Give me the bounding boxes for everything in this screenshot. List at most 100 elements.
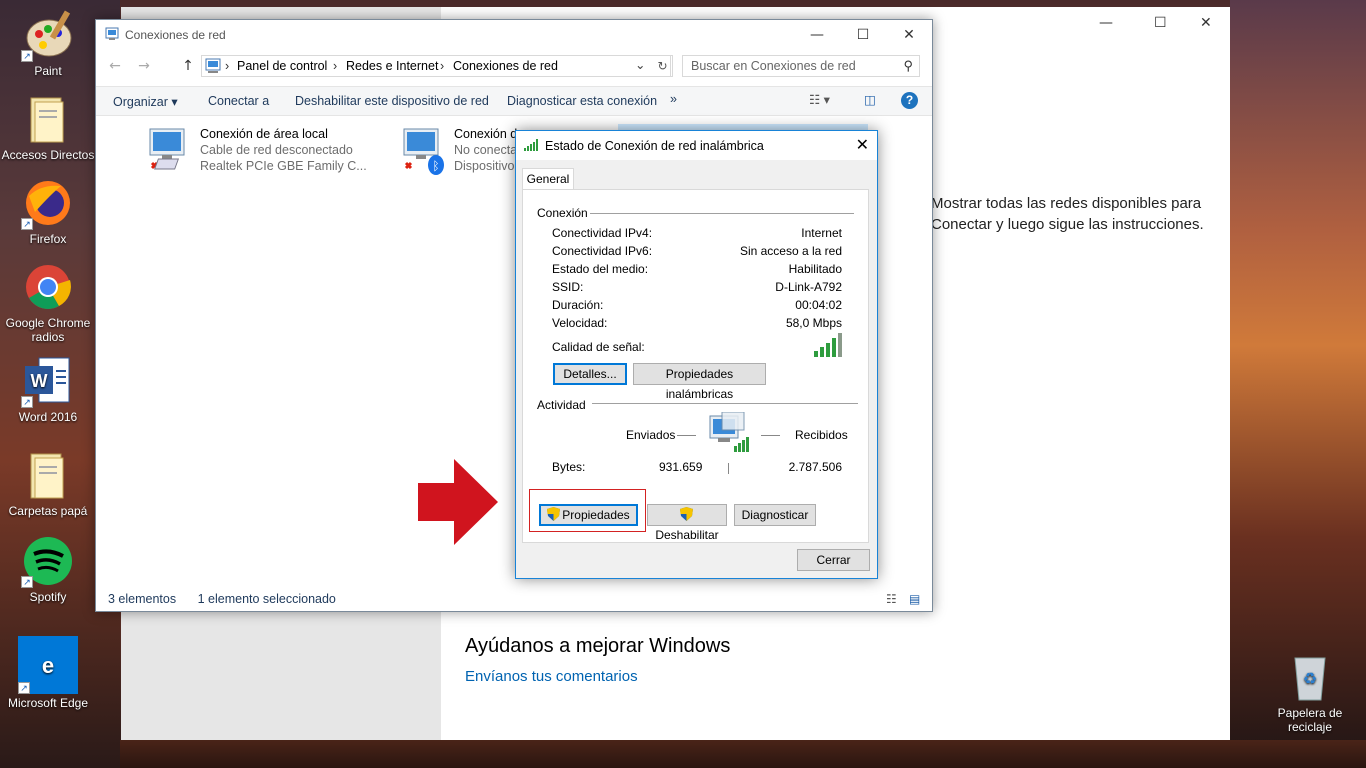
maximize-button[interactable]: ☐ [840, 20, 886, 50]
help-title: Ayúdanos a mejorar Windows [465, 635, 731, 657]
folder-icon [21, 448, 75, 502]
minimize-button[interactable]: — [794, 20, 840, 50]
settings-text-line: Conectar y luego sigue las instrucciones… [931, 216, 1204, 233]
breadcrumb-network-connections[interactable]: Conexiones de red [453, 59, 558, 73]
received-line [761, 435, 780, 436]
breadcrumb-control-panel[interactable]: Panel de control [237, 59, 327, 73]
bytes-sent-value: 931.659 [659, 460, 703, 474]
connection-status: No conecta [454, 143, 518, 157]
section-divider [592, 403, 858, 404]
change-view-icon[interactable]: ☷ ▾ [809, 92, 830, 107]
desktop-icon-label: Accesos Directos [1, 148, 95, 162]
bytes-label: Bytes: [552, 460, 586, 474]
title-bar: Conexiones de red — ☐ ✕ [96, 20, 932, 50]
desktop-icon-chrome[interactable]: Google Chrome radios [0, 260, 96, 344]
preview-pane-icon[interactable]: ◫ [864, 92, 876, 107]
organize-menu[interactable]: Organizar ▾ [113, 94, 178, 109]
close-button[interactable]: Cerrar [797, 549, 870, 571]
settings-text-line: Mostrar todas las redes disponibles para [931, 195, 1202, 212]
up-icon[interactable]: ↑ [178, 56, 198, 76]
recycle-bin-icon: ♻ [1283, 650, 1337, 704]
breadcrumb-separator: › [225, 59, 230, 73]
wifi-signal-icon [524, 139, 540, 154]
connection-device: Dispositivo [454, 159, 515, 173]
settings-description: Mostrar todas las redes disponibles para… [931, 193, 1231, 235]
close-icon[interactable]: ✕ [1200, 15, 1212, 31]
disable-button[interactable]: Deshabilitar [647, 504, 727, 542]
red-arrow-annotation [418, 459, 498, 545]
connection-name: Conexión d [454, 127, 518, 141]
breadcrumb-separator: › [333, 59, 338, 73]
forward-icon[interactable]: → [134, 56, 154, 76]
control-panel-icon [205, 58, 221, 77]
feedback-link[interactable]: Envíanos tus comentarios [465, 668, 638, 685]
folder-icon [21, 92, 75, 146]
close-icon[interactable]: ✕ [856, 135, 869, 155]
desktop-icon-word[interactable]: W ↗ Word 2016 [0, 354, 96, 424]
uac-shield-icon [679, 507, 693, 521]
chevron-down-icon[interactable]: ⌄ [635, 57, 645, 72]
speed-value: 58,0 Mbps [785, 316, 842, 330]
desktop-wallpaper-bottom [120, 740, 1366, 768]
wireless-properties-button[interactable]: Propiedades inalámbricas [633, 363, 766, 401]
disable-device-button[interactable]: Deshabilitar este dispositivo de red [295, 94, 489, 108]
refresh-icon[interactable]: ↻ [653, 55, 673, 77]
svg-text:e: e [42, 653, 54, 678]
more-commands-button[interactable]: » [670, 92, 677, 106]
command-bar: Organizar ▾ Conectar a Deshabilitar este… [96, 86, 932, 116]
received-label: Recibidos [795, 428, 848, 442]
desktop-icon-edge[interactable]: e ↗ Microsoft Edge [0, 636, 96, 710]
minimize-icon[interactable]: — [1099, 15, 1113, 31]
item-count: 3 elementos [108, 592, 177, 606]
sent-line [677, 435, 696, 436]
tiles-view-icon[interactable]: ▤ [909, 592, 920, 606]
firefox-icon: ↗ [21, 176, 75, 230]
connect-button[interactable]: Conectar a [208, 94, 269, 108]
diagnose-button[interactable]: Diagnosticar [734, 504, 816, 526]
bytes-received-value: 2.787.506 [788, 460, 842, 474]
sent-label: Enviados [626, 428, 676, 442]
connection-item-local-area[interactable]: Conexión de área local Cable de red desc… [146, 125, 386, 177]
desktop-icon-paint[interactable]: ↗ Paint [0, 8, 96, 78]
ssid-value: D-Link-A792 [775, 280, 842, 294]
duration-label: Duración: [552, 298, 604, 312]
details-button[interactable]: Detalles... [553, 363, 627, 385]
desktop-icon-spotify[interactable]: ↗ Spotify [0, 534, 96, 604]
speed-label: Velocidad: [552, 316, 608, 330]
desktop-icon-label: Carpetas papá [8, 504, 88, 518]
address-bar[interactable]: › Panel de control › Redes e Internet › … [201, 55, 671, 77]
dialog-title: Estado de Conexión de red inalámbrica [545, 139, 764, 153]
back-icon[interactable]: ← [105, 56, 125, 76]
connection-device: Realtek PCIe GBE Family C... [200, 159, 367, 173]
breadcrumb-network-internet[interactable]: Redes e Internet [346, 59, 438, 73]
close-button[interactable]: ✕ [886, 20, 932, 50]
connection-section-title: Conexión [537, 206, 588, 220]
disable-label: Deshabilitar [655, 528, 719, 542]
desktop-icon-recycle-bin[interactable]: ♻ Papelera de reciclaje [1262, 650, 1358, 734]
word-icon: W ↗ [21, 354, 75, 408]
desktop-icon-label: Firefox [29, 232, 67, 246]
ipv6-value: Sin acceso a la red [739, 244, 842, 258]
breadcrumb-separator: › [440, 59, 445, 73]
signal-strength-icon [814, 333, 846, 357]
desktop-icon-accesos-directos[interactable]: Accesos Directos [0, 92, 96, 162]
desktop-icon-carpetas[interactable]: Carpetas papá [0, 448, 96, 518]
details-view-icon[interactable]: ☷ [886, 592, 897, 606]
bluetooth-adapter-icon: ᛒ [400, 127, 448, 175]
diagnose-button[interactable]: Diagnosticar esta conexión [507, 94, 657, 108]
ssid-label: SSID: [552, 280, 584, 294]
connection-item-bluetooth[interactable]: ᛒ Conexión d No conecta Dispositivo [400, 125, 520, 177]
search-input[interactable]: Buscar en Conexiones de red ⚲ [682, 55, 920, 77]
connection-status: Cable de red desconectado [200, 143, 353, 157]
help-icon[interactable]: ? [901, 92, 918, 109]
desktop-icon-firefox[interactable]: ↗ Firefox [0, 176, 96, 246]
selection-count: 1 elemento seleccionado [197, 592, 336, 606]
network-adapter-icon [146, 127, 194, 175]
status-bar: 3 elementos 1 elemento seleccionado [108, 592, 336, 606]
tab-general[interactable]: General [522, 168, 574, 190]
spotify-icon: ↗ [21, 534, 75, 588]
desktop-icon-label: Paint [34, 64, 62, 78]
ipv4-value: Internet [801, 226, 842, 240]
search-icon: ⚲ [903, 58, 913, 73]
maximize-icon[interactable]: ☐ [1154, 15, 1167, 31]
